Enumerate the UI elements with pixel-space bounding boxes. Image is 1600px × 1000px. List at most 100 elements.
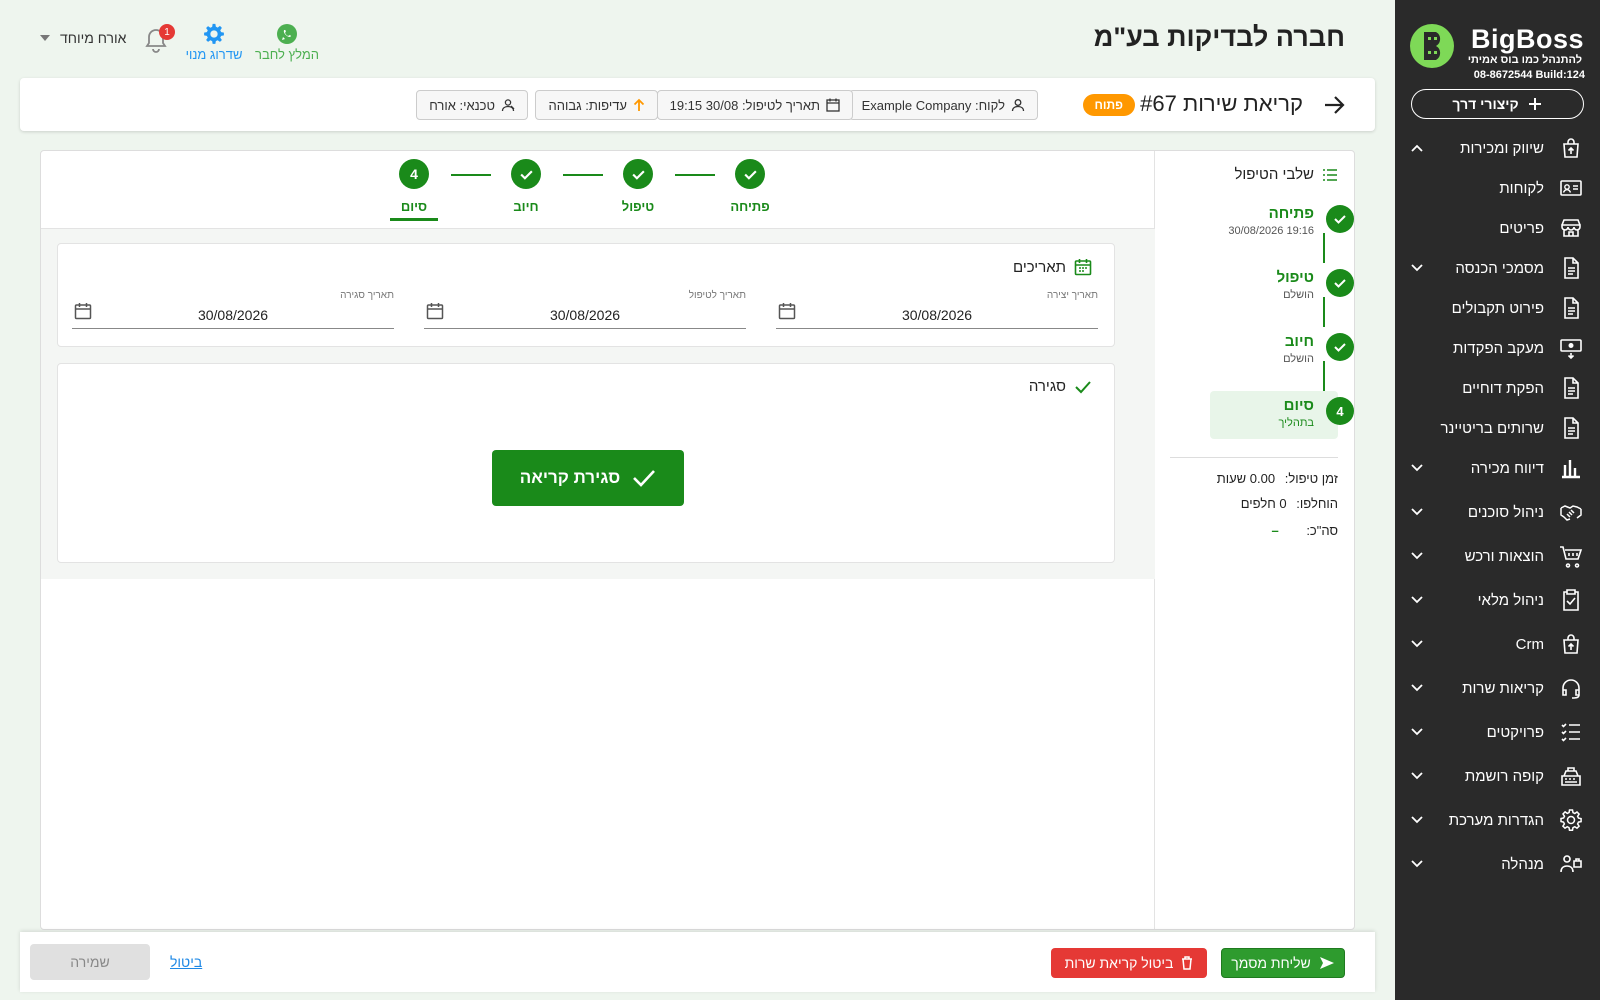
close-call-label: סגירת קריאה <box>519 468 621 487</box>
treatment-date-chip[interactable]: תאריך לטיפול: 30/08 19:15 <box>656 90 853 120</box>
vertical-step-billing[interactable]: חיוב הושלם <box>1210 327 1354 375</box>
stepper-step-label: סיום <box>400 199 428 214</box>
horizontal-stepper: פתיחה טיפול חיוב 4 סיום <box>41 151 1155 229</box>
customer-chip[interactable]: לקוח: Example Company <box>848 90 1038 120</box>
sidebar-item[interactable]: ניהול סוכנים <box>1395 494 1600 530</box>
vertical-step-name: פתיחה <box>1268 205 1314 222</box>
stepper-step-billing[interactable]: חיוב <box>494 159 558 214</box>
chevron-down-icon[interactable] <box>1409 592 1425 608</box>
step-connector <box>1323 361 1325 391</box>
calendar-picker-icon[interactable] <box>778 302 796 320</box>
priority-chip[interactable]: עדיפות: גבוהה <box>535 90 658 120</box>
notifications-button[interactable]: 1 <box>144 24 175 56</box>
recommend-friend-link[interactable]: המלץ לחבר <box>252 23 322 62</box>
chevron-down-icon[interactable] <box>1409 812 1425 828</box>
headset-icon <box>1558 675 1584 701</box>
sidebar-item[interactable]: דיווח מכירה <box>1395 450 1600 486</box>
sidebar-item[interactable]: מנהלה <box>1395 846 1600 882</box>
step-check-icon <box>1326 205 1354 233</box>
cancel-service-call-label: ביטול קריאת שרות <box>1064 955 1174 971</box>
arrow-right-icon[interactable] <box>1323 94 1345 116</box>
sidebar-item[interactable]: מעקב הפקדות <box>1395 330 1600 366</box>
sidebar-item[interactable]: הוצאות ורכש <box>1395 538 1600 574</box>
calendar-picker-icon[interactable] <box>74 302 92 320</box>
sidebar-item[interactable]: הגדרות מערכת <box>1395 802 1600 838</box>
closing-date-label: תאריך סגירה <box>340 290 394 301</box>
created-date-field[interactable]: תאריך יצירה 30/08/2026 <box>776 290 1114 330</box>
chevron-down-icon[interactable] <box>1409 260 1425 276</box>
chevron-down-icon[interactable] <box>1409 460 1425 476</box>
treatment-date-label: תאריך לטיפול <box>688 290 746 301</box>
stepper-step-label: טיפול <box>621 199 655 214</box>
upgrade-link[interactable]: שדרוג מנוי <box>183 23 245 62</box>
vertical-step-finish[interactable]: 4 סיום בתהליך <box>1210 391 1354 439</box>
sidebar-item-label: קופה רושמת <box>1464 767 1544 785</box>
chevron-down-icon[interactable] <box>1409 680 1425 696</box>
save-button[interactable]: שמירה <box>30 944 150 980</box>
created-date-input[interactable]: 30/08/2026 <box>776 307 1098 329</box>
stepper-step-finish[interactable]: 4 סיום <box>382 159 446 221</box>
calendar-picker-icon[interactable] <box>426 302 444 320</box>
sidebar-item[interactable]: פרויקטים <box>1395 714 1600 750</box>
cancel-link[interactable]: ביטול <box>170 954 202 970</box>
chevron-down-icon[interactable] <box>1409 768 1425 784</box>
logo-name: BigBoss <box>1470 24 1584 54</box>
cart-icon <box>1558 543 1584 569</box>
chevron-down-icon[interactable] <box>1409 724 1425 740</box>
sidebar-item[interactable]: ניהול מלאי <box>1395 582 1600 618</box>
sidebar-item[interactable]: הפקת דוחיים <box>1395 370 1600 406</box>
created-date-label: תאריך יצירה <box>1046 290 1098 301</box>
chevron-down-icon[interactable] <box>1409 548 1425 564</box>
main-card: שלבי הטיפול פתיחה 30/08/2026 19:16 טיפול… <box>40 150 1355 930</box>
stepper-step-label: פתיחה <box>730 199 770 214</box>
summary-parts: הוחלפו: 0 חלפים <box>1170 496 1338 511</box>
chevron-down-icon[interactable] <box>1409 504 1425 520</box>
calendar-icon <box>1074 259 1092 276</box>
sidebar-item[interactable]: שיווק ומכירות <box>1395 130 1600 166</box>
stepper-step-opening[interactable]: פתיחה <box>718 159 782 214</box>
stepper-connector <box>675 174 715 176</box>
sidebar-item-label: הוצאות ורכש <box>1464 547 1544 565</box>
recommend-label: המלץ לחבר <box>255 47 319 62</box>
close-call-button[interactable]: סגירת קריאה <box>492 450 684 506</box>
sidebar-item-label: שיווק ומכירות <box>1460 139 1544 157</box>
active-step-underline <box>390 218 438 221</box>
logo[interactable]: BigBoss להתנהל כמו בוס אמיתי 08-8672544 … <box>1408 20 1588 84</box>
chevron-down-icon[interactable] <box>1409 636 1425 652</box>
step-number: 4 <box>1326 397 1354 425</box>
treatment-date-field[interactable]: תאריך לטיפול 30/08/2026 <box>424 290 762 330</box>
sidebar-item[interactable]: לקוחות <box>1395 170 1600 206</box>
summary-time: זמן טיפול: 0.00 שעות <box>1170 471 1338 486</box>
chevron-up-icon[interactable] <box>1409 140 1425 156</box>
vertical-step-treatment[interactable]: טיפול הושלם <box>1210 263 1354 311</box>
stepper-step-treatment[interactable]: טיפול <box>606 159 670 214</box>
chevron-down-icon[interactable] <box>1409 856 1425 872</box>
send-document-button[interactable]: שליחת מסמך <box>1221 948 1345 978</box>
technician-chip[interactable]: טכנאי: אורח <box>416 90 528 120</box>
sidebar-item[interactable]: קריאות שרות <box>1395 670 1600 706</box>
closing-date-field[interactable]: תאריך סגירה 30/08/2026 <box>72 290 410 330</box>
vertical-step-name: סיום <box>1283 397 1314 414</box>
logo-phone-build: 08-8672544 Build:124 <box>1473 69 1585 81</box>
sidebar-item-label: דיווח מכירה <box>1470 459 1544 477</box>
sidebar-item[interactable]: מסמכי הכנסה <box>1395 250 1600 286</box>
user-menu[interactable]: אורח מיוחד <box>40 30 126 46</box>
vertical-step-opening[interactable]: פתיחה 30/08/2026 19:16 <box>1210 199 1354 247</box>
closing-date-input[interactable]: 30/08/2026 <box>72 307 394 329</box>
user-icon <box>1011 99 1025 112</box>
step-connector <box>1323 233 1325 263</box>
summary-total-label: סה"כ: <box>1306 523 1338 538</box>
admin-icon <box>1558 851 1584 877</box>
treatment-date-input[interactable]: 30/08/2026 <box>424 307 746 329</box>
sidebar-item[interactable]: Crm <box>1395 626 1600 662</box>
stepper-connector <box>451 174 491 176</box>
call-header: קריאת שירות #67 פתוח לקוח: Example Compa… <box>20 78 1375 131</box>
summary-time-value: 0.00 שעות <box>1216 471 1276 486</box>
sidebar-item[interactable]: קופה רושמת <box>1395 758 1600 794</box>
shortcuts-button[interactable]: קיצורי דרך <box>1411 89 1584 119</box>
sidebar-item[interactable]: שרותים בריטיינר <box>1395 410 1600 446</box>
cancel-service-call-button[interactable]: ביטול קריאת שרות <box>1051 948 1207 978</box>
sidebar-item[interactable]: פירוט תקבולים <box>1395 290 1600 326</box>
vertical-step-sub: 30/08/2026 19:16 <box>1228 225 1314 237</box>
sidebar-item[interactable]: פריטים <box>1395 210 1600 246</box>
